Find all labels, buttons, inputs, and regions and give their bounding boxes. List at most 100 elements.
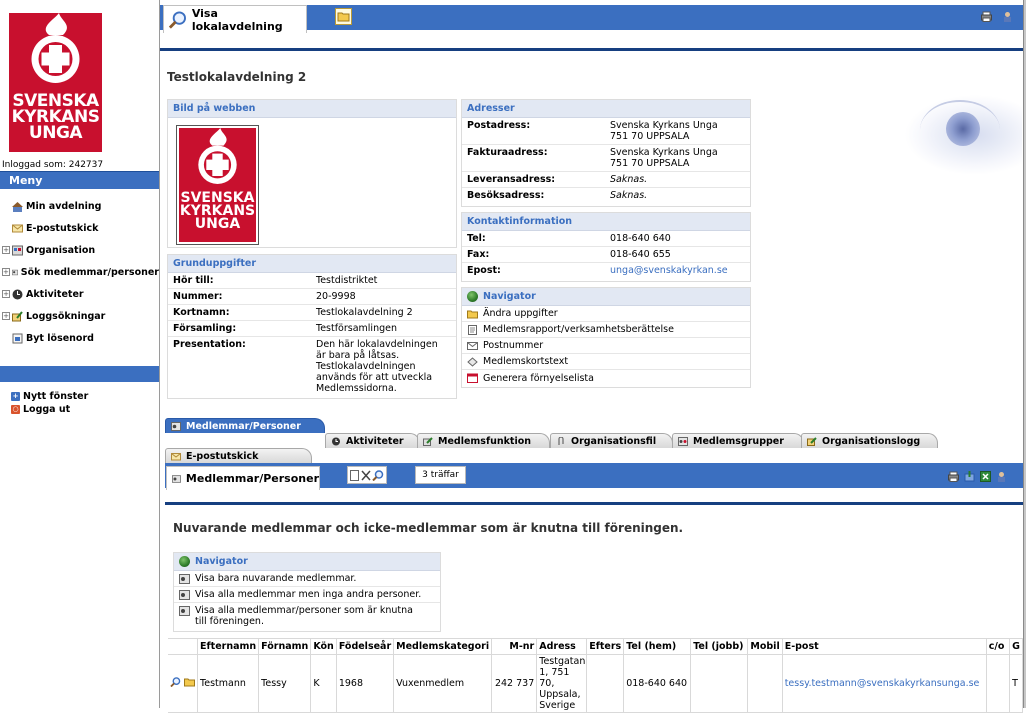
print-icon[interactable] xyxy=(981,11,992,22)
menu-item-label: Byt lösenord xyxy=(26,332,94,344)
menu-item-sok-medlemmar[interactable]: + Sök medlemmar/personer xyxy=(0,263,159,281)
tab-aktiviteter[interactable]: Aktiviteter xyxy=(325,433,420,448)
magnifier-icon xyxy=(372,469,384,481)
info-row: Församling: Testförsamlingen xyxy=(168,321,456,337)
export-icon[interactable] xyxy=(964,471,975,482)
user-settings-icon[interactable] xyxy=(1002,11,1013,22)
menu-item-byt-losenord[interactable]: Byt lösenord xyxy=(0,329,159,347)
cell-efternamn: Testmann xyxy=(197,654,260,713)
logged-in-label: Inloggad som: 242737 xyxy=(2,160,104,170)
column-header[interactable]: M-nr xyxy=(491,638,538,655)
column-header[interactable]: Adress xyxy=(536,638,588,655)
tools-icon xyxy=(361,470,371,480)
expand-icon[interactable]: + xyxy=(2,268,10,276)
adresser-panel: Adresser Postadress: Svenska Kyrkans Unga… xyxy=(461,99,751,207)
logo-wordmark: SVENSKA KYRKANS UNGA xyxy=(179,190,256,232)
address-row: Besöksadress: Saknas. xyxy=(467,190,648,201)
tab-medlemmar-personer[interactable]: Medlemmar/Personer xyxy=(165,418,325,433)
menu-item-label: Min avdelning xyxy=(26,200,102,212)
tab-organisationslogg[interactable]: Organisationslogg xyxy=(801,433,938,448)
column-header[interactable]: G xyxy=(1009,638,1023,655)
info-row: Hör till: Testdistriktet xyxy=(168,273,456,289)
people-card-icon xyxy=(179,589,190,600)
pencil-icon xyxy=(423,436,433,446)
panel-title: Grunduppgifter xyxy=(168,255,456,273)
excel-icon[interactable] xyxy=(980,471,991,482)
nav-postnummer[interactable]: Postnummer xyxy=(462,338,750,354)
menu-item-label: Loggsökningar xyxy=(26,310,106,322)
user-settings-icon[interactable] xyxy=(996,471,1007,482)
tab-visa-lokalavdelning[interactable]: Visa lokalavdelning xyxy=(163,5,307,33)
magnifier-icon xyxy=(168,10,186,29)
paperclip-icon xyxy=(558,436,564,445)
envelope-icon xyxy=(12,224,23,232)
expand-icon[interactable]: + xyxy=(2,312,10,320)
nav-visa-nuvarande[interactable]: Visa bara nuvarande medlemmar. xyxy=(174,571,440,587)
cell-fornamn: Tessy xyxy=(258,654,312,713)
cell-epost-link[interactable]: tessy.testmann@svenskakyrkansunga.se xyxy=(781,654,987,713)
menu-item-aktiviteter[interactable]: + Aktiviteter xyxy=(0,285,159,303)
main-frame: Visa lokalavdelning Testlokalavdelning 2… xyxy=(160,0,1023,713)
document-icon xyxy=(468,324,477,335)
nav-visa-alla-personer[interactable]: Visa alla medlemmar/personer som är knut… xyxy=(174,603,440,629)
cell-mobil xyxy=(747,654,783,713)
magnifier-icon[interactable] xyxy=(170,677,181,688)
cell-g: T xyxy=(1009,654,1023,713)
nav-medlemskortstext[interactable]: Medlemskortstext xyxy=(462,354,750,370)
menu-item-label: Aktiviteter xyxy=(26,288,84,300)
menu-item-min-avdelning[interactable]: Min avdelning xyxy=(0,197,159,215)
tab-medlemsfunktion[interactable]: Medlemsfunktion xyxy=(417,433,550,448)
menu-item-organisation[interactable]: + Organisation xyxy=(0,241,159,259)
cell-adress: Testgatan 1, 751 70, Uppsala, Sverige xyxy=(536,654,588,713)
nav-medlemsrapport[interactable]: Medlemsrapport/verksamhetsberättelse xyxy=(462,322,750,338)
column-header[interactable]: c/o xyxy=(985,638,1011,655)
column-header[interactable]: Förnamn xyxy=(258,638,312,655)
open-folder-button[interactable] xyxy=(335,8,352,25)
tab-inner-medlemmar-personer[interactable]: Medlemmar/Personer xyxy=(166,466,320,490)
print-icon[interactable] xyxy=(948,471,959,482)
logo-wordmark: SVENSKA KYRKANS UNGA xyxy=(11,91,100,143)
tab-medlemsgrupper[interactable]: Medlemsgrupper xyxy=(672,433,804,448)
column-header[interactable]: Efternamn xyxy=(197,638,260,655)
expand-icon[interactable]: + xyxy=(2,290,10,298)
row-actions xyxy=(168,654,199,713)
clock-icon xyxy=(12,289,23,299)
menu-item-loggsokningar[interactable]: + Loggsökningar xyxy=(0,307,159,325)
kontakt-panel: Kontaktinformation Tel: 018-640 640 Fax: 0… xyxy=(461,212,751,282)
info-row: Presentation: Den här lokalavdelningen är… xyxy=(173,339,438,394)
column-header[interactable]: Mobil xyxy=(747,638,783,655)
column-header[interactable]: Medlemskategori xyxy=(393,638,493,655)
email-link[interactable]: unga@svenskakyrkan.se xyxy=(610,265,750,276)
column-header[interactable]: Födelseår xyxy=(335,638,395,655)
panel-title: Navigator xyxy=(462,288,750,306)
column-header[interactable]: Tel (hem) xyxy=(623,638,692,655)
column-header[interactable]: Kön xyxy=(310,638,337,655)
power-icon: ○ xyxy=(11,405,20,414)
info-row: Kortnamn: Testlokalavdelning 2 xyxy=(168,305,456,321)
column-header[interactable]: E-post xyxy=(781,638,987,655)
card-icon xyxy=(467,356,478,367)
left-frame: SVENSKA KYRKANS UNGA Inloggad som: 24273… xyxy=(0,0,160,708)
cell-fodelsear: 1968 xyxy=(335,654,395,713)
tab-organisationsfil[interactable]: Organisationsfil xyxy=(550,433,673,448)
tab-e-postutskick[interactable]: E-postutskick xyxy=(165,448,312,463)
menu-item-e-postutskick[interactable]: E-postutskick xyxy=(0,219,159,237)
nav-visa-alla-medlemmar[interactable]: Visa alla medlemmar men inga andra perso… xyxy=(174,587,440,603)
new-window-link[interactable]: + Nytt fönster xyxy=(11,391,88,402)
nav-andra-uppgifter[interactable]: Ändra uppgifter xyxy=(462,306,750,322)
grunduppgifter-panel: Grunduppgifter Hör till: Testdistriktet N… xyxy=(167,254,457,399)
search-tools-button[interactable] xyxy=(347,466,387,484)
folder-icon[interactable] xyxy=(184,677,196,687)
page-title: Testlokalavdelning 2 xyxy=(167,70,307,84)
nav-generera-fornyelselista[interactable]: Generera förnyelselista xyxy=(462,370,750,386)
log-pencil-icon xyxy=(807,436,817,446)
contact-row: Epost: unga@svenskakyrkan.se xyxy=(462,263,750,278)
logout-link[interactable]: ○ Logga ut xyxy=(11,404,70,415)
divider xyxy=(160,48,1023,51)
expand-icon[interactable]: + xyxy=(2,246,10,254)
password-icon xyxy=(12,333,23,343)
column-header[interactable]: Tel (jobb) xyxy=(690,638,749,655)
folder-icon xyxy=(467,310,478,318)
column-header[interactable]: Efters xyxy=(586,638,625,655)
table-row[interactable]: Testmann Tessy K 1968 Vuxenmedlem 242 73… xyxy=(168,654,1023,713)
